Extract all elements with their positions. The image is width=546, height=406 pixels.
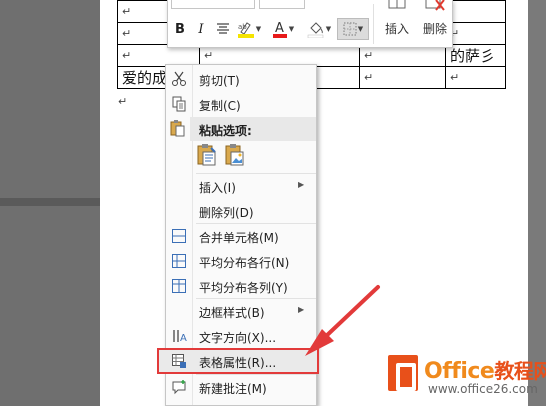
scissors-icon: [170, 70, 188, 88]
menu-item-distribute-rows[interactable]: 平均分布各行(N): [166, 249, 316, 273]
menu-item-text-direction[interactable]: A 文字方向(X)...: [166, 324, 316, 348]
toolbar-divider: [373, 4, 374, 44]
menu-item-label: 合并单元格(M): [199, 231, 279, 245]
paste-picture-button[interactable]: [224, 143, 246, 167]
paragraph-mark: ↵: [118, 95, 128, 108]
office-logo-icon: [388, 355, 418, 391]
menu-item-label: 文字方向(X)...: [199, 331, 277, 345]
menu-item-distribute-columns[interactable]: 平均分布各列(Y): [166, 274, 316, 298]
logo-text: Office教程网: [424, 359, 546, 384]
font-color-button[interactable]: A ▼: [269, 18, 297, 40]
font-name-box[interactable]: [171, 0, 255, 9]
insert-button[interactable]: 插入: [378, 0, 416, 40]
menu-item-label: 新建批注(M): [199, 382, 267, 396]
splitter: [0, 198, 100, 206]
italic-button[interactable]: I: [193, 18, 209, 40]
new-comment-icon: [170, 378, 188, 396]
menu-item-label: 粘贴选项:: [199, 124, 252, 138]
align-center-icon: [217, 23, 229, 34]
menu-item-label: 平均分布各行(N): [199, 256, 290, 270]
logo-url: www.office26.com: [428, 382, 538, 396]
menu-item-label: 剪切(T): [199, 74, 240, 88]
table-cell[interactable]: ↵: [359, 66, 446, 89]
menu-item-merge-cells[interactable]: 合并单元格(M): [166, 224, 316, 248]
distribute-rows-icon: [170, 252, 188, 270]
table-cell[interactable]: 的萨彡: [445, 44, 506, 67]
left-gray-area: [0, 0, 100, 406]
delete-table-icon: [425, 0, 445, 11]
menu-item-label: 边框样式(B): [199, 306, 265, 320]
insert-table-icon: [388, 0, 406, 9]
chevron-down-icon: ▼: [325, 25, 332, 33]
chevron-down-icon: ▼: [255, 25, 262, 33]
menu-item-cut[interactable]: 剪切(T): [166, 67, 316, 91]
bold-button[interactable]: B: [172, 18, 188, 40]
menu-item-insert[interactable]: 插入(I) ▶: [166, 174, 316, 198]
menu-item-label: 删除列(D): [199, 206, 254, 220]
shading-button[interactable]: ▼: [305, 18, 333, 40]
highlight-button[interactable]: ab ▼: [235, 18, 263, 40]
table-cell[interactable]: ↵: [445, 22, 506, 45]
office26-logo: Office教程网 www.office26.com: [388, 355, 546, 406]
svg-text:ab: ab: [238, 23, 247, 31]
paste-picture-icon: [225, 144, 244, 166]
context-menu: 剪切(T) 复制(C) 粘贴选项: 插入(I) ▶ 删除列(D) 合并单元格(M…: [157, 64, 319, 406]
chevron-right-icon: ▶: [298, 305, 305, 314]
menu-item-label: 复制(C): [199, 99, 241, 113]
paste-options-row: [196, 143, 246, 169]
table-cell[interactable]: [445, 0, 506, 23]
table-cell[interactable]: ↵: [445, 66, 506, 89]
align-center-button[interactable]: [214, 18, 232, 40]
delete-button[interactable]: 删除: [416, 0, 454, 40]
table-properties-icon: [170, 352, 188, 370]
menu-item-label: 插入(I): [199, 181, 236, 195]
menu-item-new-comment[interactable]: 新建批注(M): [166, 375, 316, 399]
borders-icon: [343, 22, 357, 36]
menu-item-copy[interactable]: 复制(C): [166, 92, 316, 116]
borders-button[interactable]: ▼: [337, 18, 369, 40]
menu-item-delete-column[interactable]: 删除列(D): [166, 199, 316, 223]
chevron-right-icon: ▶: [298, 180, 305, 189]
svg-text:A: A: [180, 333, 187, 344]
text-direction-icon: A: [170, 327, 188, 345]
font-size-box[interactable]: [259, 0, 305, 9]
insert-label: 插入: [384, 22, 409, 36]
paint-bucket-icon: [307, 22, 324, 38]
menu-item-label: 平均分布各列(Y): [199, 281, 288, 295]
merge-cells-icon: [170, 227, 188, 245]
paste-icon: [170, 120, 188, 138]
chevron-down-icon: ▼: [357, 25, 364, 33]
right-gray-area: [528, 0, 546, 406]
menu-item-label: 表格属性(R)...: [199, 356, 277, 370]
font-color-icon: A: [272, 21, 287, 38]
svg-text:A: A: [275, 21, 284, 36]
distribute-columns-icon: [170, 277, 188, 295]
paste-options-header: 粘贴选项:: [190, 117, 316, 141]
chevron-down-icon: ▼: [288, 25, 295, 33]
paste-keep-formatting-button[interactable]: [196, 143, 218, 167]
menu-item-border-styles[interactable]: 边框样式(B) ▶: [166, 299, 316, 323]
paste-keep-formatting-icon: [197, 144, 216, 166]
delete-label: 删除: [422, 22, 447, 36]
highlight-pen-icon: ab: [237, 22, 254, 38]
copy-icon: [170, 95, 188, 113]
mini-toolbar: B I ab ▼ A ▼ ▼ ▼ 插入 删除: [167, 0, 453, 48]
menu-item-table-properties[interactable]: 表格属性(R)...: [157, 348, 319, 374]
